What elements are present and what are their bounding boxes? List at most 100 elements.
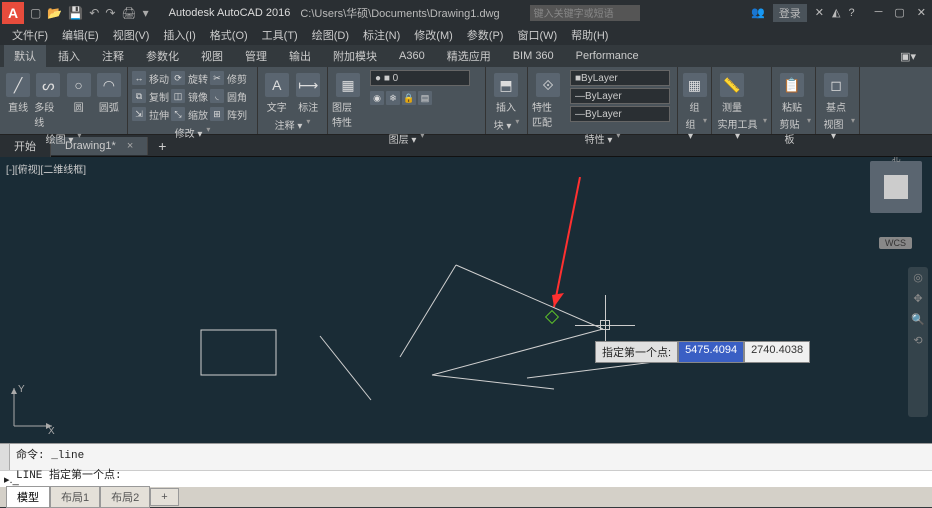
- measure-button[interactable]: 📏测量: [716, 69, 748, 114]
- command-input[interactable]: ._: [10, 474, 19, 486]
- view-cube[interactable]: 北: [870, 161, 922, 213]
- tab-view[interactable]: 视图: [191, 45, 233, 67]
- tab-performance[interactable]: Performance: [566, 47, 649, 65]
- panel-draw-title[interactable]: 绘图 ▾: [4, 129, 123, 146]
- qat-redo-icon[interactable]: ↷: [105, 6, 115, 20]
- panel-utilities-title[interactable]: 实用工具 ▾: [716, 114, 767, 142]
- panel-properties-title[interactable]: 特性 ▾: [532, 129, 673, 146]
- wcs-badge[interactable]: WCS: [879, 237, 912, 249]
- tab-addins[interactable]: 附加模块: [323, 45, 387, 67]
- layer-selector[interactable]: ● ■ 0: [370, 70, 470, 86]
- tab-insert[interactable]: 插入: [48, 45, 90, 67]
- rotate-button[interactable]: ⟳旋转: [171, 70, 208, 86]
- copy-button[interactable]: ⧉复制: [132, 88, 169, 104]
- qat-undo-icon[interactable]: ↶: [89, 6, 99, 20]
- tab-featured[interactable]: 精选应用: [437, 45, 501, 67]
- mirror-button[interactable]: ◫镜像: [171, 88, 208, 104]
- maximize-icon[interactable]: ▢: [894, 6, 904, 19]
- match-properties-button[interactable]: ⟐特性 匹配: [532, 69, 564, 129]
- menu-draw[interactable]: 绘图(D): [306, 25, 355, 45]
- drawing-canvas[interactable]: [-][俯视][二维线框] 指定第一个点: 5475.4094 2740.403…: [0, 157, 932, 443]
- minimize-icon[interactable]: ─: [875, 6, 883, 19]
- layer-freeze-icon[interactable]: ❄: [386, 90, 400, 106]
- menu-modify[interactable]: 修改(M): [408, 25, 459, 45]
- color-selector[interactable]: ■ ByLayer: [570, 70, 670, 86]
- close-tab-icon[interactable]: ×: [127, 140, 133, 152]
- app-icon[interactable]: ◭: [832, 6, 840, 19]
- panel-annotation-title[interactable]: 注释 ▾: [262, 115, 323, 132]
- panel-clipboard-title[interactable]: 剪贴板: [776, 114, 811, 146]
- viewcube-face[interactable]: [884, 175, 908, 199]
- nav-pan-icon[interactable]: ✥: [913, 292, 922, 305]
- layout-tab-model[interactable]: 模型: [6, 486, 50, 508]
- polyline-button[interactable]: ᔕ多段线: [34, 69, 62, 129]
- nav-zoom-icon[interactable]: 🔍: [911, 313, 925, 326]
- panel-layers-title[interactable]: 图层 ▾: [332, 129, 481, 146]
- menu-edit[interactable]: 编辑(E): [56, 25, 105, 45]
- app-logo[interactable]: A: [2, 2, 24, 24]
- login-button[interactable]: 登录: [773, 4, 807, 22]
- layout-tab-2[interactable]: 布局2: [100, 486, 150, 508]
- paste-button[interactable]: 📋粘贴: [776, 69, 808, 114]
- array-button[interactable]: ⊞阵列: [210, 106, 247, 122]
- linetype-selector[interactable]: — ByLayer: [570, 106, 670, 122]
- tab-annotate[interactable]: 注释: [92, 45, 134, 67]
- text-button[interactable]: A文字: [262, 69, 292, 114]
- layer-off-icon[interactable]: ◉: [370, 90, 384, 106]
- trim-button[interactable]: ✂修剪: [210, 70, 247, 86]
- fillet-button[interactable]: ◟圆角: [210, 88, 247, 104]
- menu-help[interactable]: 帮助(H): [565, 25, 614, 45]
- stretch-button[interactable]: ⇲拉伸: [132, 106, 169, 122]
- menu-tools[interactable]: 工具(T): [256, 25, 304, 45]
- dynamic-input-x[interactable]: 5475.4094: [678, 341, 744, 363]
- tab-bim360[interactable]: BIM 360: [503, 47, 564, 65]
- panel-modify-title[interactable]: 修改 ▾: [132, 123, 253, 140]
- qat-more-icon[interactable]: ▾: [143, 6, 149, 20]
- user-icon[interactable]: 👥: [751, 6, 765, 19]
- nav-orbit-icon[interactable]: ⟲: [913, 334, 922, 347]
- panel-groups-title[interactable]: 组 ▾: [682, 114, 707, 142]
- layout-tab-1[interactable]: 布局1: [50, 486, 100, 508]
- exchange-icon[interactable]: ✕: [815, 6, 824, 19]
- menu-file[interactable]: 文件(F): [6, 25, 54, 45]
- command-handle[interactable]: [0, 444, 10, 470]
- arc-button[interactable]: ◠圆弧: [95, 69, 123, 114]
- qat-open-icon[interactable]: 📂: [47, 6, 62, 20]
- circle-button[interactable]: ○圆: [65, 69, 93, 114]
- tab-default[interactable]: 默认: [4, 45, 46, 67]
- qat-save-icon[interactable]: 💾: [68, 6, 83, 20]
- line-button[interactable]: ╱直线: [4, 69, 32, 114]
- layer-lock-icon[interactable]: 🔒: [402, 90, 416, 106]
- qat-print-icon[interactable]: 🖨: [121, 6, 136, 20]
- dynamic-input-y[interactable]: 2740.4038: [744, 341, 810, 363]
- help-icon[interactable]: ?: [848, 7, 854, 19]
- group-button[interactable]: ▦组: [682, 69, 707, 114]
- layer-properties-button[interactable]: ▦图层 特性: [332, 69, 364, 129]
- scale-button[interactable]: ⤡缩放: [171, 106, 208, 122]
- add-layout-button[interactable]: +: [150, 488, 178, 506]
- menu-format[interactable]: 格式(O): [204, 25, 254, 45]
- base-button[interactable]: ◻基点: [820, 69, 852, 114]
- menu-view[interactable]: 视图(V): [107, 25, 156, 45]
- tab-parametric[interactable]: 参数化: [136, 45, 189, 67]
- lineweight-selector[interactable]: — ByLayer: [570, 88, 670, 104]
- ucs-icon[interactable]: Y X: [6, 384, 56, 437]
- dimension-button[interactable]: ⟼标注: [294, 69, 324, 114]
- nav-wheel-icon[interactable]: ◎: [913, 271, 923, 284]
- tab-a360[interactable]: A360: [389, 47, 435, 65]
- search-input[interactable]: 键入关键字或短语: [530, 5, 640, 21]
- layer-match-icon[interactable]: ▤: [418, 90, 432, 106]
- tab-expand-icon[interactable]: ▣▾: [890, 47, 926, 66]
- tab-manage[interactable]: 管理: [235, 45, 277, 67]
- menu-dimension[interactable]: 标注(N): [357, 25, 406, 45]
- move-button[interactable]: ↔移动: [132, 70, 169, 86]
- tab-output[interactable]: 输出: [279, 45, 321, 67]
- close-icon[interactable]: ✕: [917, 6, 926, 19]
- menu-window[interactable]: 窗口(W): [511, 25, 563, 45]
- menu-parametric[interactable]: 参数(P): [461, 25, 510, 45]
- insert-block-button[interactable]: ⬒插入: [490, 69, 522, 114]
- qat-new-icon[interactable]: ▢: [30, 6, 41, 20]
- menu-insert[interactable]: 插入(I): [157, 25, 201, 45]
- panel-block-title[interactable]: 块 ▾: [490, 115, 523, 132]
- panel-view-title[interactable]: 视图 ▾: [820, 114, 855, 142]
